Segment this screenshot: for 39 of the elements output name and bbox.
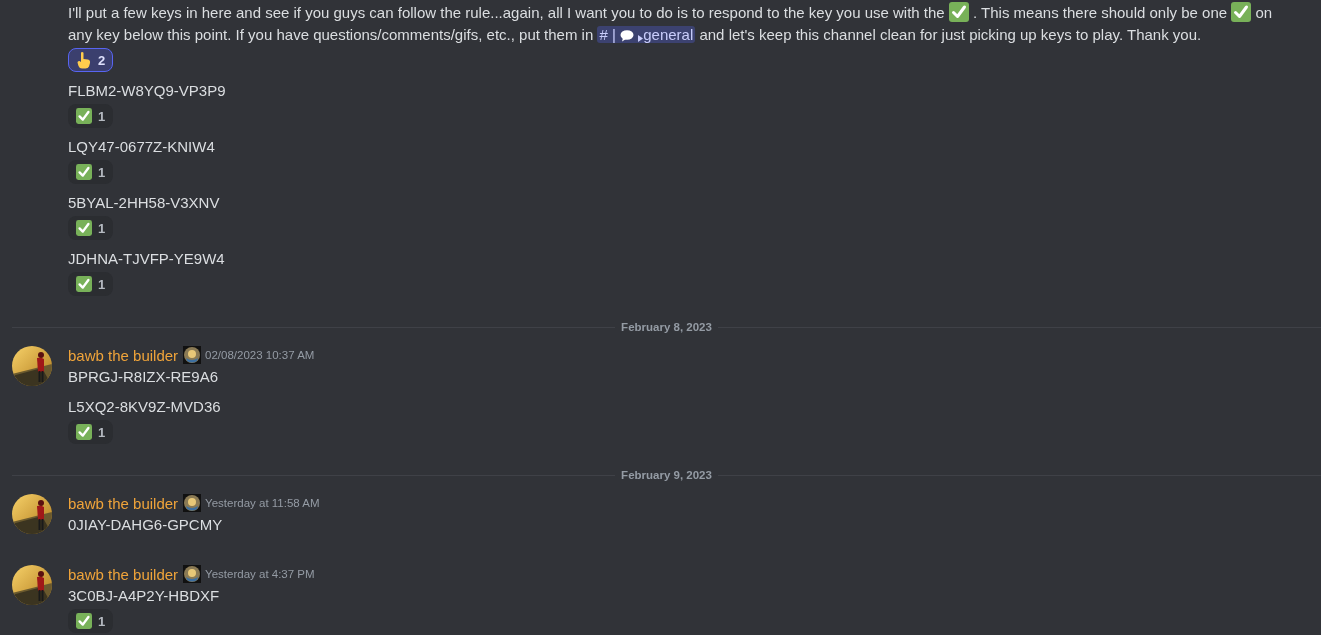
timestamp: Yesterday at 11:58 AM [205, 497, 320, 509]
date-divider: February 9, 2023 [620, 469, 713, 481]
message-text: JDHNA-TJVFP-YE9W4 [68, 249, 225, 269]
reaction[interactable]: 1 [68, 160, 114, 184]
username[interactable]: bawb the builder [68, 346, 179, 364]
check-icon [76, 613, 92, 629]
badge-icon [183, 565, 202, 583]
message-text: 5BYAL-2HH58-V3XNV [68, 193, 220, 213]
username[interactable]: bawb the builder [68, 494, 179, 512]
badge-icon [183, 494, 202, 512]
check-icon [76, 164, 92, 180]
triangle-icon [638, 35, 644, 42]
channel-link[interactable]: # | general [597, 26, 696, 43]
reaction[interactable]: 1 [68, 216, 114, 240]
date-divider: February 8, 2023 [620, 321, 713, 333]
badge-icon [183, 346, 202, 364]
check-icon [1231, 2, 1252, 22]
timestamp: Yesterday at 4:37 PM [205, 568, 315, 580]
speech-bubble-icon [620, 30, 635, 42]
pointing-hand-icon [76, 51, 92, 69]
reaction[interactable]: 1 [68, 609, 114, 633]
message-text: FLBM2-W8YQ9-VP3P9 [68, 81, 226, 101]
reaction[interactable]: 1 [68, 272, 114, 296]
username[interactable]: bawb the builder [68, 565, 179, 583]
message-text: L5XQ2-8KV9Z-MVD36 [68, 397, 221, 417]
check-icon [948, 2, 969, 22]
message-text: BPRGJ-R8IZX-RE9A6 [68, 367, 219, 387]
check-icon [76, 424, 92, 440]
reaction[interactable]: 2 [68, 48, 114, 72]
message-text: 3C0BJ-A4P2Y-HBDXF [68, 586, 220, 606]
message-text: 0JIAY-DAHG6-GPCMY [68, 515, 223, 535]
check-icon [76, 108, 92, 124]
reaction[interactable]: 1 [68, 420, 114, 444]
message-text: LQY47-0677Z-KNIW4 [68, 137, 215, 157]
timestamp: 02/08/2023 10:37 AM [205, 349, 315, 361]
check-icon [76, 276, 92, 292]
check-icon [76, 220, 92, 236]
reaction[interactable]: 1 [68, 104, 114, 128]
message-text: I'll put a few keys in here and see if you guys can follow the rule...again, all I want you to do is to respond to the key you use with the . This means there should only be one on any key below this point. If you have questions/comments/gifs, etc., put them in # | general and let's keep this channel clean for just picking up keys to play. Thank you. [68, 2, 1274, 45]
